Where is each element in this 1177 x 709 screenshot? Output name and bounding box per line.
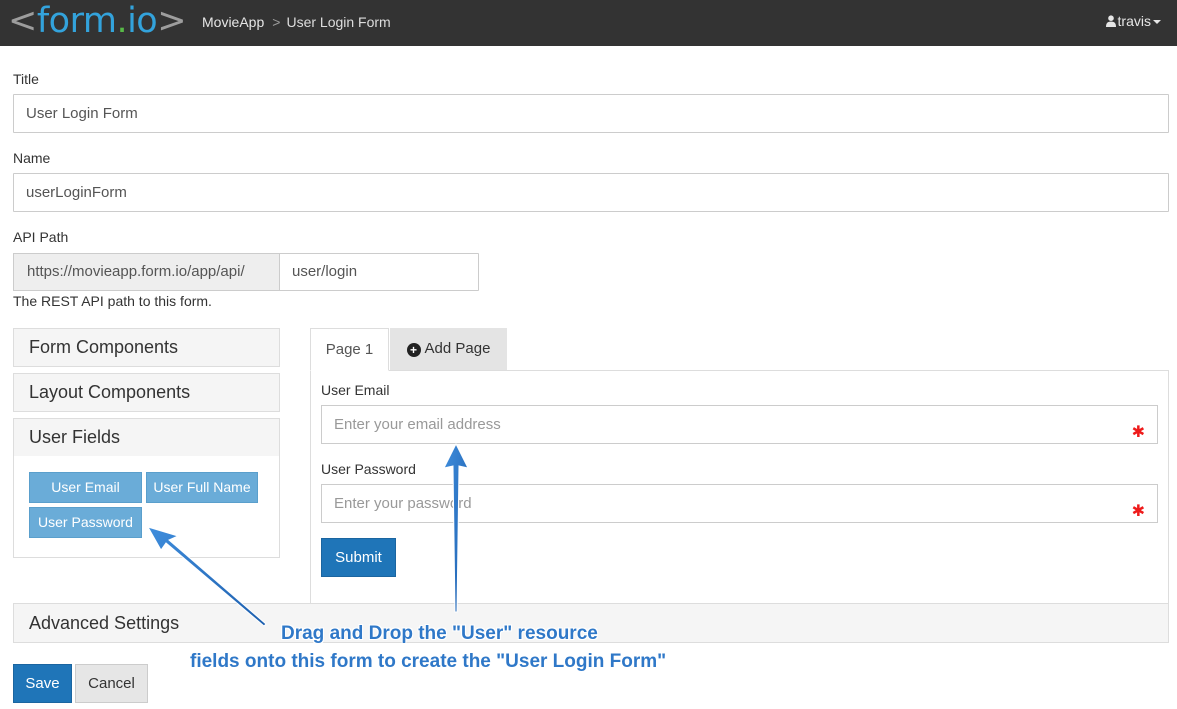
user-email-field-button[interactable]: User Email <box>29 472 142 503</box>
name-label: Name <box>13 150 51 166</box>
annotation-line-2: fields onto this form to create the "Use… <box>190 651 667 672</box>
breadcrumb: MovieApp > User Login Form <box>202 14 391 30</box>
form-components-panel[interactable]: Form Components <box>13 328 280 367</box>
breadcrumb-project-link[interactable]: MovieApp <box>202 14 264 30</box>
add-page-label: Add Page <box>424 340 491 357</box>
chevron-down-icon <box>1153 20 1161 25</box>
user-email-input[interactable]: Enter your email address ✱ <box>321 405 1158 444</box>
title-label: Title <box>13 71 39 87</box>
api-path-help-text: The REST API path to this form. <box>13 293 212 309</box>
user-icon <box>1105 14 1116 30</box>
required-asterisk-icon: ✱ <box>1131 424 1145 441</box>
formio-logo[interactable]: <form.io> <box>8 1 187 42</box>
name-input[interactable]: userLoginForm <box>13 173 1169 212</box>
title-input[interactable]: User Login Form <box>13 94 1169 133</box>
user-full-name-field-button[interactable]: User Full Name <box>146 472 258 503</box>
api-path-input[interactable]: user/login <box>279 253 479 291</box>
user-password-placeholder: Enter your password <box>334 495 472 512</box>
submit-button[interactable]: Submit <box>321 538 396 577</box>
tab-page-1[interactable]: Page 1 <box>310 328 389 371</box>
logo-io-text: io <box>127 1 158 41</box>
logo-dot: . <box>116 1 128 41</box>
user-email-placeholder: Enter your email address <box>334 416 501 433</box>
save-button[interactable]: Save <box>13 664 72 703</box>
user-password-field-button[interactable]: User Password <box>29 507 142 538</box>
api-path-prefix: https://movieapp.form.io/app/api/ <box>13 253 280 291</box>
tab-add-page[interactable]: + Add Page <box>390 328 507 371</box>
top-navbar: <form.io> MovieApp > User Login Form travi… <box>0 0 1177 46</box>
logo-close-bracket: > <box>157 1 187 41</box>
user-menu-dropdown[interactable]: travis <box>1105 13 1161 30</box>
plus-circle-icon: + <box>406 343 421 357</box>
user-email-label: User Email <box>321 382 390 398</box>
layout-components-panel[interactable]: Layout Components <box>13 373 280 412</box>
logo-form-text: form <box>36 1 117 41</box>
user-password-label: User Password <box>321 461 416 477</box>
user-password-input[interactable]: Enter your password ✱ <box>321 484 1158 523</box>
breadcrumb-current-page: User Login Form <box>286 14 391 30</box>
api-path-label: API Path <box>13 229 69 245</box>
cancel-button[interactable]: Cancel <box>75 664 148 703</box>
required-asterisk-icon: ✱ <box>1131 503 1145 520</box>
annotation-line-1: Drag and Drop the "User" resource <box>281 623 598 644</box>
logo-open-bracket: < <box>8 1 37 41</box>
user-fields-panel[interactable]: User Fields <box>13 418 280 457</box>
user-name: travis <box>1117 13 1151 29</box>
breadcrumb-separator: > <box>272 14 281 30</box>
